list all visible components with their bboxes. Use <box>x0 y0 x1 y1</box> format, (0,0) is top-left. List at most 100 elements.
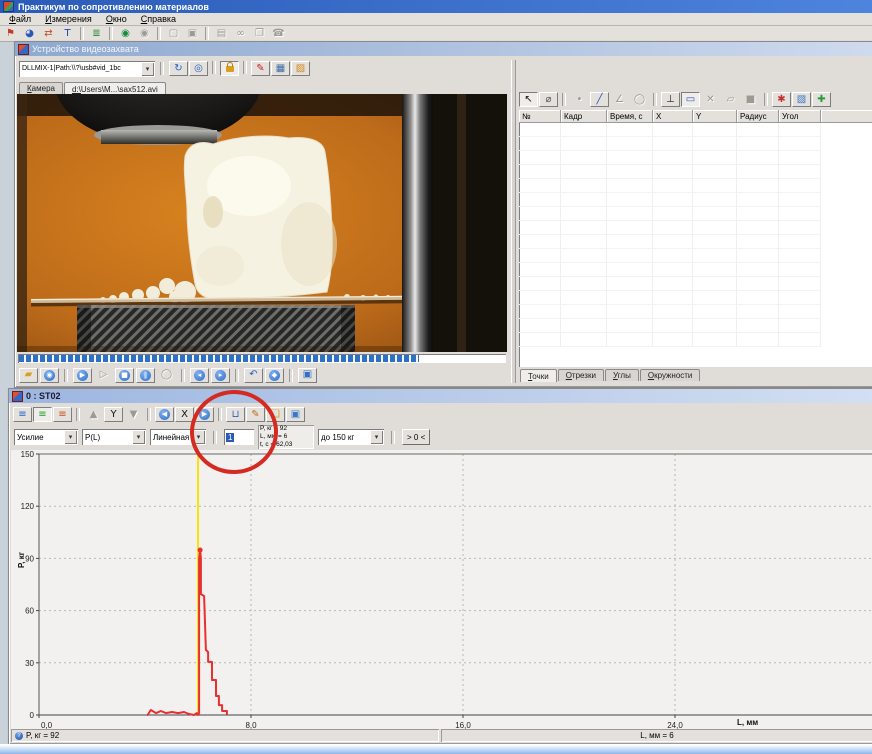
chevron-down-icon[interactable]: ▾ <box>370 430 383 444</box>
lock-icon[interactable] <box>220 61 239 76</box>
table-row[interactable] <box>519 235 872 249</box>
series-red-icon[interactable]: ≡ <box>53 407 72 422</box>
open-file-icon[interactable]: ▰ <box>19 368 38 383</box>
settings-icon[interactable]: ◎ <box>189 61 208 76</box>
table-row[interactable] <box>519 319 872 333</box>
add-row-icon[interactable]: ✚ <box>812 92 831 107</box>
circle-icon: ◯ <box>630 92 649 107</box>
tab[interactable]: Углы <box>605 369 639 381</box>
x-axis-button[interactable]: X <box>175 407 194 422</box>
table-row[interactable] <box>519 263 872 277</box>
record-icon[interactable]: ◉ <box>40 368 59 383</box>
next-frame-icon[interactable]: ▸ <box>211 368 230 383</box>
segment-icon[interactable]: ╱ <box>590 92 609 107</box>
export-data-icon[interactable]: ✎ <box>246 407 265 422</box>
y-axis-button[interactable]: Y <box>104 407 123 422</box>
table-row[interactable] <box>519 165 872 179</box>
chevron-down-icon[interactable]: ▾ <box>192 430 205 444</box>
function-select[interactable]: P(L) ▾ <box>82 429 146 445</box>
table-cell <box>653 235 693 249</box>
save-image-icon[interactable]: ▣ <box>286 407 305 422</box>
table-cell <box>653 137 693 151</box>
video-window-titlebar[interactable]: Устройство видеозахвата <box>15 42 872 56</box>
tab[interactable]: Камера <box>19 82 63 94</box>
copy-chart-icon[interactable]: ❏ <box>266 407 285 422</box>
camera-start-icon[interactable]: ◉ <box>116 26 135 41</box>
app-titlebar[interactable]: Практикум по сопротивлению материалов <box>0 0 872 13</box>
table-row[interactable] <box>519 193 872 207</box>
stop-icon[interactable]: ■ <box>115 368 134 383</box>
device-select[interactable]: DLLMIX-1|Path:\\?\usb#vid_1bc ▾ <box>19 61 155 77</box>
protocol-list-icon[interactable]: ≣ <box>87 26 106 41</box>
menu-item[interactable]: Файл <box>2 13 38 25</box>
column-header[interactable]: Угол <box>779 110 821 123</box>
column-header[interactable]: Y <box>693 110 737 123</box>
chevron-down-icon[interactable]: ▾ <box>141 62 154 76</box>
toolbar-separator <box>157 27 161 40</box>
menu-item[interactable]: Справка <box>134 13 183 25</box>
table-row[interactable] <box>519 179 872 193</box>
frame-icon[interactable]: ▭ <box>681 92 700 107</box>
tab[interactable]: Окружности <box>640 369 701 381</box>
table-row[interactable] <box>519 291 872 305</box>
chevron-down-icon[interactable]: ▾ <box>64 430 77 444</box>
x-zoom-out-icon[interactable]: ▶ <box>195 407 214 422</box>
pause-icon[interactable]: ‖ <box>136 368 155 383</box>
table-row[interactable] <box>519 305 872 319</box>
refresh-icon[interactable]: ↻ <box>169 61 188 76</box>
axes-icon[interactable]: ⊥ <box>661 92 680 107</box>
table-row[interactable] <box>519 333 872 347</box>
marker-icon[interactable]: ◆ <box>265 368 284 383</box>
column-header[interactable]: Время, с <box>607 110 653 123</box>
column-header[interactable]: Радиус <box>737 110 779 123</box>
table-row[interactable] <box>519 249 872 263</box>
edit-icon[interactable]: ✎ <box>251 61 270 76</box>
video-progress[interactable] <box>17 352 507 366</box>
measure-table[interactable]: №КадрВремя, сXYРадиусУгол <box>519 110 872 367</box>
prev-frame-icon[interactable]: ◂ <box>190 368 209 383</box>
table-row[interactable] <box>519 207 872 221</box>
zero-button[interactable]: > 0 < <box>402 429 430 445</box>
marker-field[interactable]: 1 <box>224 429 254 445</box>
menu-item[interactable]: Окно <box>99 13 134 25</box>
select-cursor-icon[interactable]: ↖ <box>519 92 538 107</box>
web-icon[interactable]: ◕ <box>20 26 39 41</box>
menu-item[interactable]: Измерения <box>38 13 99 25</box>
column-header[interactable]: № <box>519 110 561 123</box>
tab[interactable]: Точки <box>520 369 557 382</box>
splitter[interactable] <box>507 58 519 385</box>
scale-icon[interactable]: ▧ <box>792 92 811 107</box>
x-zoom-in-icon[interactable]: ◀ <box>155 407 174 422</box>
session-icon[interactable]: ⚑ <box>1 26 20 41</box>
undo-icon[interactable]: ↶ <box>244 368 263 383</box>
table-row[interactable] <box>519 151 872 165</box>
table-row[interactable] <box>519 277 872 291</box>
column-header[interactable]: Кадр <box>561 110 607 123</box>
column-header[interactable]: X <box>653 110 693 123</box>
range-select[interactable]: до 150 кг ▾ <box>318 429 384 445</box>
quantity-select[interactable]: Усилие ▾ <box>14 429 78 445</box>
measure-icon[interactable]: ⌀ <box>539 92 558 107</box>
series-green-icon[interactable]: ≡ <box>33 407 52 422</box>
legend-icon[interactable]: ≡ <box>13 407 32 422</box>
play-icon[interactable]: ▶ <box>73 368 92 383</box>
chevron-down-icon[interactable]: ▾ <box>132 430 145 444</box>
series-green-icon: ≡ <box>38 410 46 420</box>
clear-chart-icon[interactable]: ⊔ <box>226 407 245 422</box>
video-progress-track[interactable] <box>18 354 506 363</box>
video-display[interactable] <box>17 94 507 351</box>
text-tool-icon[interactable]: T <box>58 26 77 41</box>
tab[interactable]: Отрезки <box>558 369 604 381</box>
chart-window-titlebar[interactable]: 0 : ST02 <box>9 389 872 403</box>
refresh-devices-icon[interactable]: ⇄ <box>39 26 58 41</box>
chart-plot-area[interactable]: 03060901201500,08,016,024,0 P, кг L, мм <box>11 450 872 729</box>
table-row[interactable] <box>519 137 872 151</box>
save-icon[interactable]: ▣ <box>298 368 317 383</box>
grid-icon[interactable]: ▦ <box>271 61 290 76</box>
folder-frames-icon[interactable]: ▨ <box>291 61 310 76</box>
scale-select[interactable]: Линейная ▾ <box>150 429 206 445</box>
calibrate-icon[interactable]: ✱ <box>772 92 791 107</box>
table-cell <box>737 165 779 179</box>
table-row[interactable] <box>519 221 872 235</box>
table-row[interactable] <box>519 123 872 137</box>
